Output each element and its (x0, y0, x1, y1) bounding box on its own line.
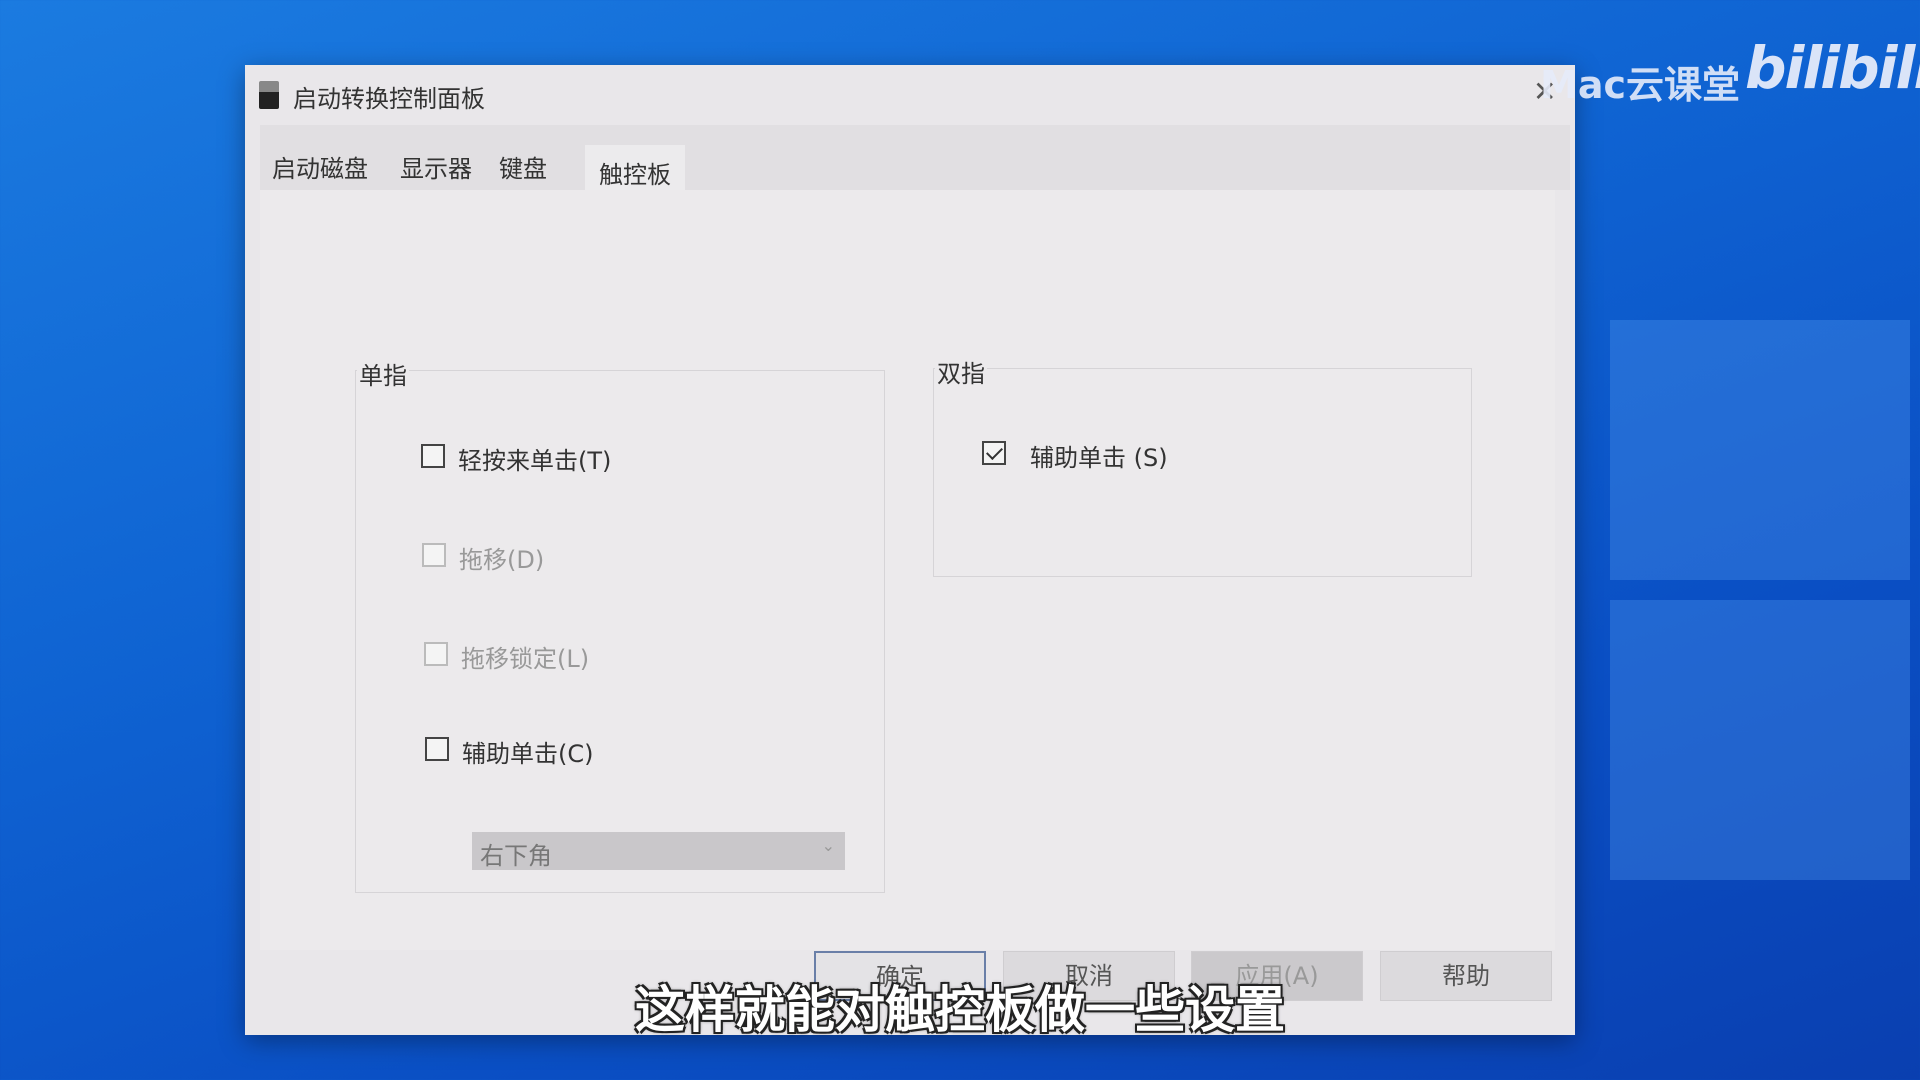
tab-startup-disk[interactable]: 启动磁盘 (272, 149, 368, 184)
single-finger-label: 单指 (357, 356, 409, 391)
drag-checkbox[interactable] (422, 543, 446, 567)
two-finger-secondary-click-checkbox[interactable] (982, 441, 1006, 465)
tap-to-click-label: 轻按来单击(T) (458, 447, 612, 475)
window-title: 启动转换控制面板 (293, 85, 485, 113)
bootcamp-control-panel-dialog: 启动转换控制面板 ✕ 启动磁盘 显示器 键盘 触控板 单指 轻按来单击(T) 拖… (245, 65, 1575, 1035)
tab-display[interactable]: 显示器 (400, 149, 472, 184)
chevron-down-icon: ⌄ (821, 836, 835, 855)
two-finger-label: 双指 (935, 354, 987, 389)
two-finger-secondary-click-label: 辅助单击 (S) (1030, 444, 1168, 472)
corner-select-value: 右下角 (480, 842, 552, 870)
drag-lock-checkbox[interactable] (424, 642, 448, 666)
bilibili-logo: bilibili (1745, 34, 1920, 102)
drag-lock-label: 拖移锁定(L) (461, 645, 590, 673)
desktop-window-pane (1610, 600, 1910, 880)
secondary-click-corner-label: 辅助单击(C) (462, 740, 594, 768)
trackpad-tab-panel: 单指 轻按来单击(T) 拖移(D) 拖移锁定(L) 辅助单击(C) 右下角 ⌄ 双… (260, 190, 1555, 950)
tab-trackpad[interactable]: 触控板 (585, 145, 685, 190)
bootcamp-app-icon (259, 81, 279, 109)
tap-to-click-checkbox[interactable] (421, 444, 445, 468)
video-subtitle: 这样就能对触控板做一些设置 (635, 981, 1285, 1039)
secondary-click-corner-checkbox[interactable] (425, 737, 449, 761)
two-finger-group (933, 368, 1472, 577)
desktop-window-pane (1610, 320, 1910, 580)
drag-label: 拖移(D) (459, 546, 545, 574)
channel-watermark: Mac云课堂 (1540, 63, 1740, 107)
tab-keyboard[interactable]: 键盘 (499, 149, 547, 184)
corner-select[interactable]: 右下角 ⌄ (472, 832, 845, 870)
